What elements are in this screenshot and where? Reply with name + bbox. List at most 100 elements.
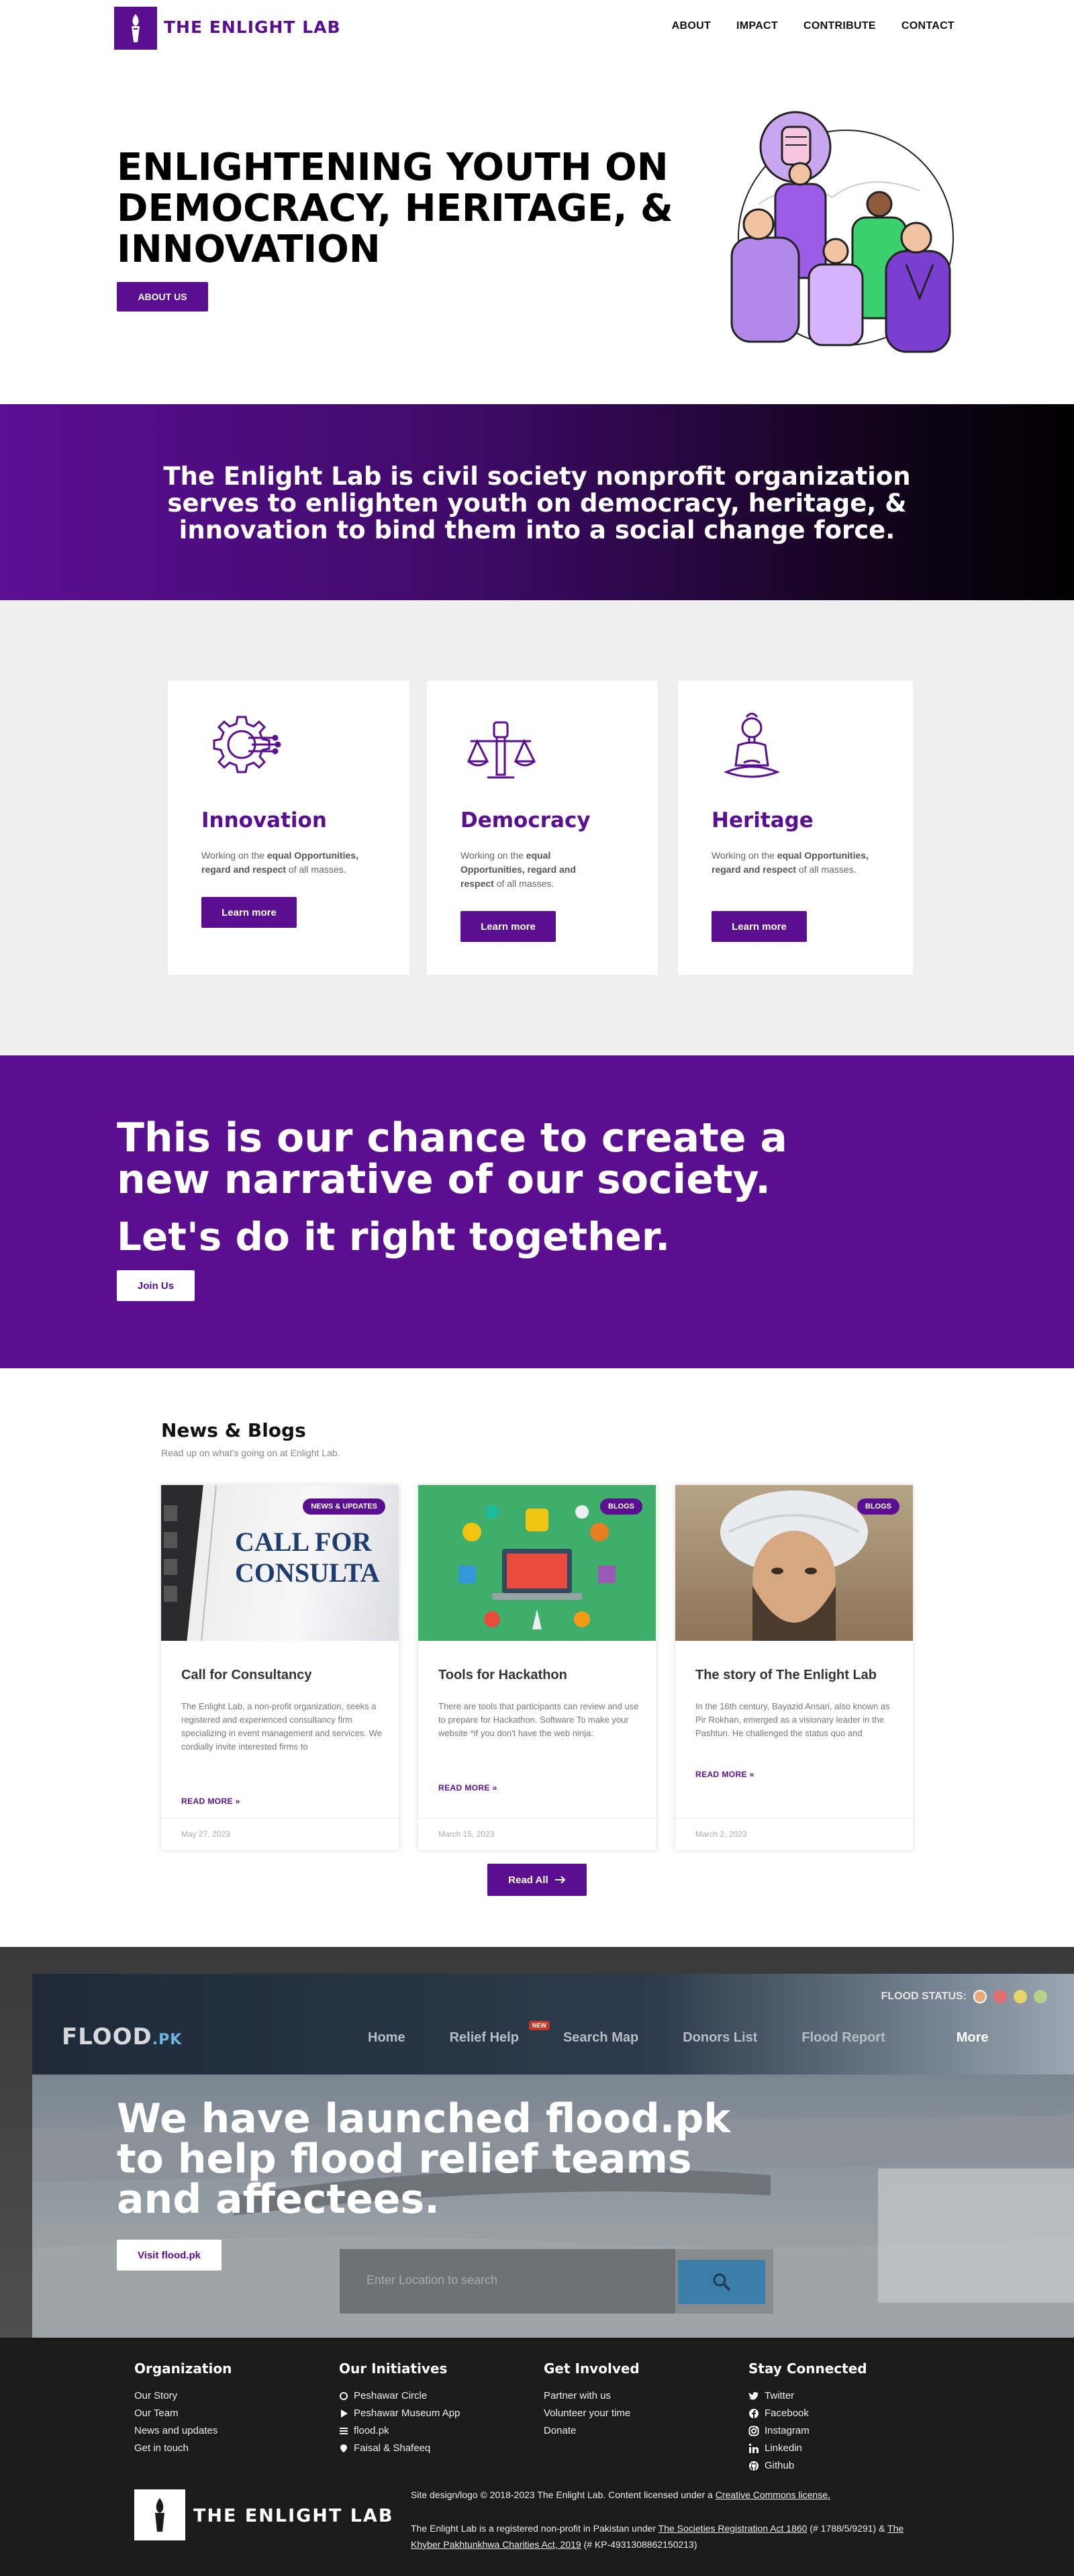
news-section: News & Blogs Read up on what's going on … [0,1368,1074,1947]
pin-icon [340,2444,347,2452]
footer-link-news[interactable]: News and updates [134,2422,232,2440]
flood-search-input: Enter Location to search [340,2249,675,2313]
post-card[interactable]: CALL FOR CONSULTA NEWS & UPDATES Call fo… [161,1485,399,1850]
learn-more-heritage-button[interactable]: Learn more [712,911,807,942]
status-dot [993,1990,1007,2003]
post-category-badge[interactable]: NEWS & UPDATES [303,1498,385,1515]
post-image[interactable]: BLOGS [675,1485,913,1641]
post-title[interactable]: The story of The Enlight Lab [695,1668,877,1683]
cta-section: This is our chance to create a new narra… [0,1055,1074,1368]
about-us-button[interactable]: ABOUT US [117,282,208,312]
read-all-label: Read All [508,1874,548,1886]
post-card[interactable]: BLOGS The story of The Enlight Lab In th… [675,1485,913,1850]
status-dot [973,1990,987,2003]
footer-link-flood-pk[interactable]: flood.pk [339,2422,460,2440]
news-heading: News & Blogs [161,1419,306,1441]
hero-illustration [730,111,954,353]
societies-act-link[interactable]: The Societies Registration Act 1860 [658,2523,808,2534]
status-dot [1034,1990,1047,2003]
flood-menu: Home Relief Help Search Map Donors List … [368,2030,989,2046]
scales-fist-icon [467,721,536,779]
learn-more-innovation-button[interactable]: Learn more [201,897,297,928]
nav-contribute[interactable]: CONTRIBUTE [803,20,876,32]
torch-icon [132,14,140,42]
footer-heading: Stay Connected [748,2360,867,2377]
read-more-link[interactable]: READ MORE » [438,1783,497,1793]
mission-statement: The Enlight Lab is civil society nonprof… [163,462,911,544]
features-section: Innovation Working on the equal Opportun… [0,600,1074,1055]
learn-more-democracy-button[interactable]: Learn more [460,911,556,942]
gear-circuit-icon [213,716,281,773]
flood-status: FLOOD STATUS: [881,1990,1047,2003]
read-more-link[interactable]: READ MORE » [695,1770,754,1779]
site-logo[interactable] [114,7,157,50]
footer-heading: Organization [134,2360,232,2377]
read-more-link[interactable]: READ MORE » [181,1797,240,1806]
join-us-button[interactable]: Join Us [117,1270,195,1301]
flood-search-button [678,2260,765,2304]
post-title[interactable]: Call for Consultancy [181,1668,311,1683]
post-footer: March 15, 2023 [418,1818,656,1850]
feature-card-innovation: Innovation Working on the equal Opportun… [168,681,409,975]
post-category-badge[interactable]: BLOGS [599,1498,642,1515]
flood-menu-donors-list: Donors List [683,2030,758,2045]
nav-contact[interactable]: CONTACT [901,20,955,32]
site-logo-text[interactable]: THE ENLIGHT LAB [164,17,341,37]
flood-section: FLOOD STATUS: FLOOD.PK NEW Home Relief H… [0,1947,1074,2338]
site-footer: Organization Our Story Our Team News and… [0,2338,1074,2576]
footer-logo-text: THE ENLIGHT LAB [193,2506,394,2526]
footer-logo[interactable] [134,2489,185,2540]
nav-impact[interactable]: IMPACT [736,20,778,32]
read-all-button[interactable]: Read All [487,1864,587,1896]
facebook-icon [749,2409,759,2418]
main-nav: ABOUT IMPACT CONTRIBUTE CONTACT [672,20,955,32]
post-image[interactable]: CALL FOR CONSULTA NEWS & UPDATES [161,1485,399,1641]
post-excerpt: The Enlight Lab, a non-profit organizati… [181,1701,382,1752]
footer-link-donate[interactable]: Donate [544,2422,640,2440]
site-header: THE ENLIGHT LAB ABOUT IMPACT CONTRIBUTE … [0,0,1074,56]
footer-heading: Get Involved [544,2360,640,2377]
hero-title: ENLIGHTENING YOUTH ON DEMOCRACY, HERITAG… [117,146,673,271]
creative-commons-link[interactable]: Creative Commons license. [716,2489,830,2500]
footer-link-our-story[interactable]: Our Story [134,2387,232,2405]
cta-headline: This is our chance to create a new narra… [117,1114,787,1203]
flood-headline: We have launched flood.pk to help flood … [117,2095,731,2223]
footer-link-instagram[interactable]: Instagram [748,2422,867,2440]
feature-description: Working on the equal Opportunities, rega… [712,850,869,875]
post-excerpt: In the 16th century, Bayazid Ansari, als… [695,1701,890,1738]
footer-link-partner[interactable]: Partner with us [544,2387,640,2405]
feature-card-heritage: Heritage Working on the equal Opportunit… [678,681,913,975]
footer-link-twitter[interactable]: Twitter [748,2387,867,2405]
flood-navbar: FLOOD STATUS: FLOOD.PK NEW Home Relief H… [32,1974,1074,2074]
visit-flood-pk-button[interactable]: Visit flood.pk [117,2240,222,2271]
footer-link-linkedin[interactable]: Linkedin [748,2440,867,2457]
footer-link-facebook[interactable]: Facebook [748,2405,867,2422]
post-image[interactable]: BLOGS [418,1485,656,1641]
footer-link-museum-app[interactable]: Peshawar Museum App [339,2405,460,2422]
instagram-icon [748,2426,759,2436]
post-card[interactable]: BLOGS Tools for Hackathon There are tool… [418,1485,656,1850]
feature-card-democracy: Democracy Working on the equal Opportuni… [427,681,658,975]
footer-heading: Our Initiatives [339,2360,448,2377]
post-date: May 27, 2023 [181,1829,230,1839]
feature-title: Heritage [712,808,814,832]
post-category-badge[interactable]: BLOGS [857,1498,899,1515]
feature-title: Democracy [460,808,591,832]
footer-link-peshawar-circle[interactable]: Peshawar Circle [339,2387,460,2405]
footer-link-faisal-shafeeq[interactable]: Faisal & Shafeeq [339,2440,460,2457]
play-icon [341,2410,348,2418]
post-title[interactable]: Tools for Hackathon [438,1668,567,1683]
flood-menu-home: Home [368,2030,405,2045]
post-footer: March 2, 2023 [675,1818,913,1850]
circle-icon [340,2392,348,2400]
footer-link-github[interactable]: Github [748,2457,867,2475]
nav-about[interactable]: ABOUT [672,20,711,32]
flood-status-label: FLOOD STATUS: [881,1991,967,2002]
list-icon [340,2428,348,2434]
footer-link-volunteer[interactable]: Volunteer your time [544,2405,640,2422]
linkedin-icon [748,2443,759,2453]
buddha-icon [723,712,781,778]
status-dot [1014,1990,1027,2003]
footer-link-get-in-touch[interactable]: Get in touch [134,2440,232,2457]
footer-link-our-team[interactable]: Our Team [134,2405,232,2422]
